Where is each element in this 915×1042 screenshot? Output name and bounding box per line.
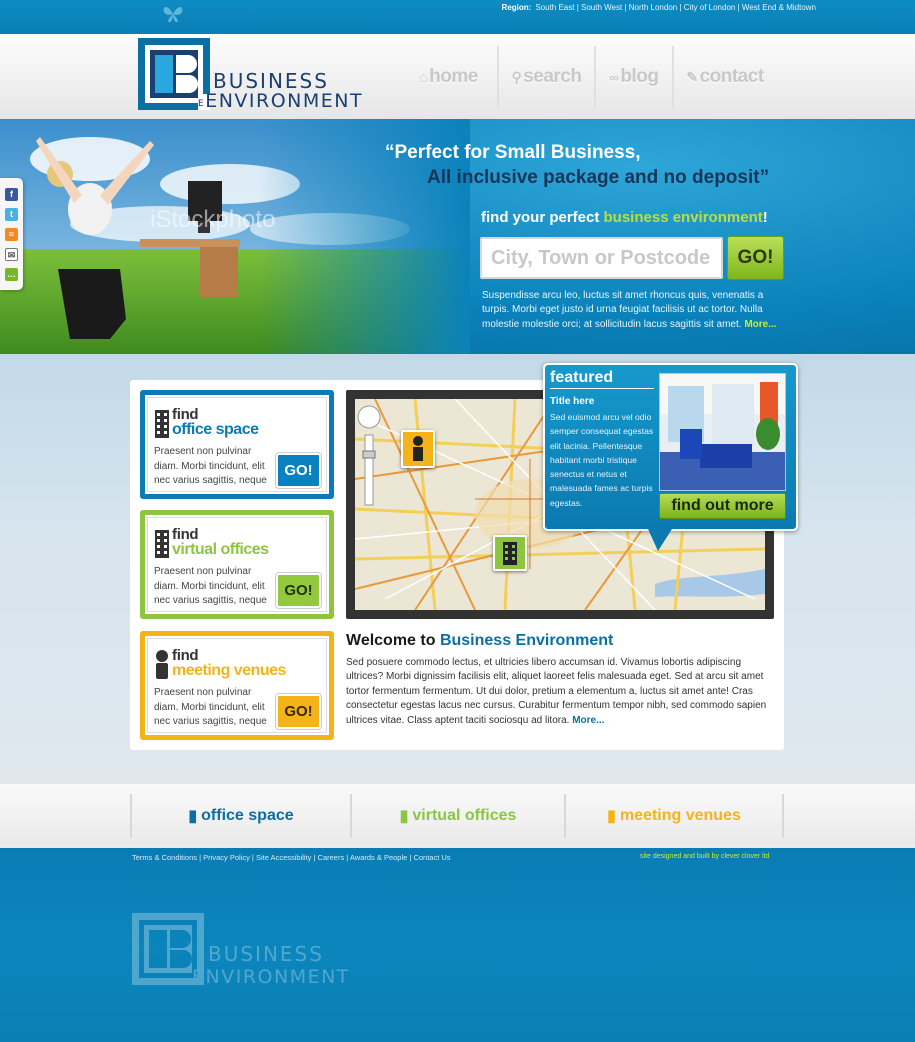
card-title: virtual offices (172, 541, 269, 558)
main-nav: ⌂ home ⚲ search ∞ blog ✎ contact (400, 46, 776, 108)
footer-link[interactable]: Terms & Conditions (132, 853, 197, 862)
site-credit[interactable]: site designed and built by clever clover… (640, 853, 770, 860)
footer-link[interactable]: Awards & People (350, 853, 407, 862)
office-marker[interactable] (493, 535, 527, 571)
welcome-text: Sed posuere commodo lectus, et ultricies… (346, 657, 767, 726)
card-text: Praesent non pulvinar diam. Morbi tincid… (154, 566, 267, 606)
footer-link[interactable]: Site Accessibility (256, 853, 311, 862)
card-go-button[interactable]: GO! (276, 694, 321, 729)
quicklink-label: office space (201, 807, 294, 824)
footer-link[interactable]: Careers (318, 853, 345, 862)
card-office-space[interactable]: find office space Praesent non pulvinar di… (140, 390, 334, 499)
card-text: Praesent non pulvinar diam. Morbi tincid… (154, 446, 267, 486)
quicklink-office-space[interactable]: ▮ office space (130, 794, 350, 838)
hero-tagline-1: “Perfect for Small Business, (385, 142, 641, 163)
email-icon[interactable]: ✉ (5, 248, 18, 261)
pencil-icon: ✎ (686, 68, 698, 85)
card-title: office space (172, 421, 259, 438)
region-link[interactable]: South East (535, 3, 574, 12)
find-heading: find your perfect business environment! (481, 209, 768, 226)
footer-links: Terms & Conditions | Privacy Policy | Si… (132, 853, 451, 862)
butterfly-icon (163, 7, 183, 23)
card-title: meeting venues (172, 662, 286, 679)
card-text: Praesent non pulvinar diam. Morbi tincid… (154, 687, 267, 727)
building-icon: ▮ (188, 808, 198, 825)
search-go-button[interactable]: GO! (727, 236, 784, 280)
meeting-venue-marker[interactable] (401, 430, 435, 468)
nav-home-label: home (429, 66, 478, 87)
card-go-button[interactable]: GO! (276, 573, 321, 608)
building-icon: ▮ (607, 808, 616, 825)
quicklink-label: meeting venues (619, 807, 741, 824)
region-label: Region: (501, 3, 532, 12)
region-link[interactable]: North London (629, 3, 677, 12)
building-icon (503, 542, 517, 565)
region-selector: Region: South East | South West | North L… (502, 3, 816, 12)
nav-contact[interactable]: ✎ contact (672, 46, 776, 108)
featured-office-photo[interactable] (659, 373, 786, 491)
find-out-more-button[interactable]: find out more (659, 493, 786, 519)
blog-icon: ∞ (609, 69, 619, 85)
quicklink-virtual-offices[interactable]: ▮ virtual offices (350, 794, 564, 838)
istock-watermark: iStockphoto (150, 206, 275, 233)
welcome-more-link[interactable]: More... (572, 715, 604, 726)
facebook-icon[interactable]: f (5, 188, 18, 201)
nav-blog-label: blog (620, 66, 659, 87)
search-icon: ⚲ (511, 68, 522, 85)
nav-contact-label: contact (699, 66, 765, 87)
welcome-heading: Welcome to Business Environment (346, 632, 614, 649)
region-link[interactable]: City of London (684, 3, 736, 12)
hero-description: Suspendisse arcu leo, luctus sit amet rh… (482, 290, 777, 330)
quicklink-meeting-venues[interactable]: ▮ meeting venues (564, 794, 784, 838)
footer-link[interactable]: Privacy Policy (203, 853, 250, 862)
person-icon (154, 649, 170, 679)
svg-text:BUSINESS: BUSINESS (208, 942, 324, 966)
nav-blog[interactable]: ∞ blog (594, 46, 672, 108)
quicklink-label: virtual offices (412, 807, 517, 824)
home-icon: ⌂ (419, 69, 428, 85)
svg-text:ENVIRONMENT: ENVIRONMENT (192, 966, 350, 988)
card-virtual-offices[interactable]: find virtual offices Praesent non pulvinar… (140, 510, 334, 619)
featured-title[interactable]: Title here (550, 396, 594, 407)
card-meeting-venues[interactable]: find meeting venues Praesent non pulvinar … (140, 631, 334, 740)
rss-icon[interactable]: ≈ (5, 228, 18, 241)
featured-text: Sed euismod arcu vel odio semper consequ… (550, 412, 654, 508)
building-icon (154, 528, 170, 558)
logo-text-environment: EENVIRONMENT (198, 90, 364, 112)
featured-pointer (648, 529, 672, 551)
chat-icon[interactable]: … (5, 268, 18, 281)
region-link[interactable]: West End & Midtown (742, 3, 816, 12)
social-bar: f t ≈ ✉ … (0, 178, 23, 290)
hero-tagline-2: All inclusive package and no deposit” (427, 167, 770, 188)
footer-link[interactable]: Contact Us (413, 853, 450, 862)
nav-search[interactable]: ⚲ search (497, 46, 594, 108)
nav-home[interactable]: ⌂ home (400, 46, 497, 108)
location-search-input[interactable] (480, 237, 723, 279)
region-link[interactable]: South West (581, 3, 622, 12)
footer-logo: BUSINESS ENVIRONMENT (132, 913, 350, 988)
twitter-icon[interactable]: t (5, 208, 18, 221)
card-go-button[interactable]: GO! (276, 453, 321, 488)
building-icon (154, 408, 170, 438)
person-icon (413, 436, 423, 461)
featured-heading: featured (550, 369, 654, 389)
nav-search-label: search (523, 66, 582, 87)
hero-more-link[interactable]: More... (744, 319, 776, 330)
building-icon: ▮ (399, 808, 409, 825)
